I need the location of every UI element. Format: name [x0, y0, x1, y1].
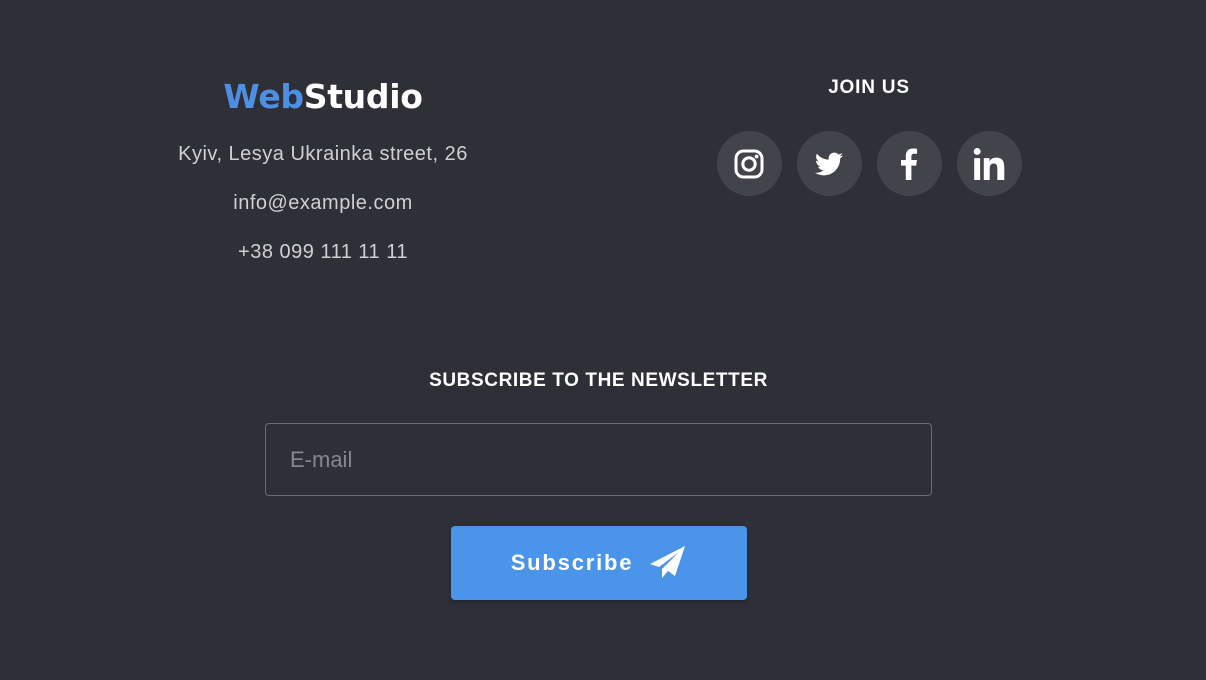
- join-title: JOIN US: [828, 77, 910, 98]
- twitter-icon: [815, 152, 844, 175]
- address-text: Kyiv, Lesya Ukrainka street, 26: [178, 143, 468, 165]
- footer: WebStudio Kyiv, Lesya Ukrainka street, 2…: [0, 0, 1206, 680]
- instagram-icon: [734, 149, 764, 178]
- linkedin-icon: [973, 147, 1005, 180]
- facebook-link[interactable]: [876, 131, 942, 196]
- instagram-link[interactable]: [716, 131, 782, 196]
- logo-web: Web: [223, 77, 304, 116]
- twitter-link[interactable]: [796, 131, 862, 196]
- phone-item: +38 099 111 11 11: [123, 240, 523, 289]
- email-item: info@example.com: [123, 191, 523, 240]
- phone-link[interactable]: +38 099 111 11 11: [238, 241, 408, 263]
- social-list: [712, 131, 1026, 196]
- email-link[interactable]: info@example.com: [233, 192, 412, 214]
- address-list: Kyiv, Lesya Ukrainka street, 26 info@exa…: [123, 142, 523, 289]
- contacts-column: WebStudio Kyiv, Lesya Ukrainka street, 2…: [123, 78, 523, 289]
- email-input[interactable]: [265, 423, 932, 496]
- paper-plane-icon: [650, 546, 686, 578]
- facebook-icon: [901, 148, 917, 180]
- logo[interactable]: WebStudio: [223, 78, 422, 116]
- address-item: Kyiv, Lesya Ukrainka street, 26: [123, 142, 523, 191]
- newsletter-section: SUBSCRIBE TO THE NEWSLETTER Subscribe: [265, 370, 932, 600]
- newsletter-title: SUBSCRIBE TO THE NEWSLETTER: [429, 370, 768, 391]
- linkedin-link[interactable]: [956, 131, 1022, 196]
- join-column: JOIN US: [712, 78, 1026, 196]
- subscribe-button[interactable]: Subscribe: [450, 526, 747, 600]
- logo-studio: Studio: [303, 77, 423, 116]
- subscribe-button-label: Subscribe: [510, 550, 634, 575]
